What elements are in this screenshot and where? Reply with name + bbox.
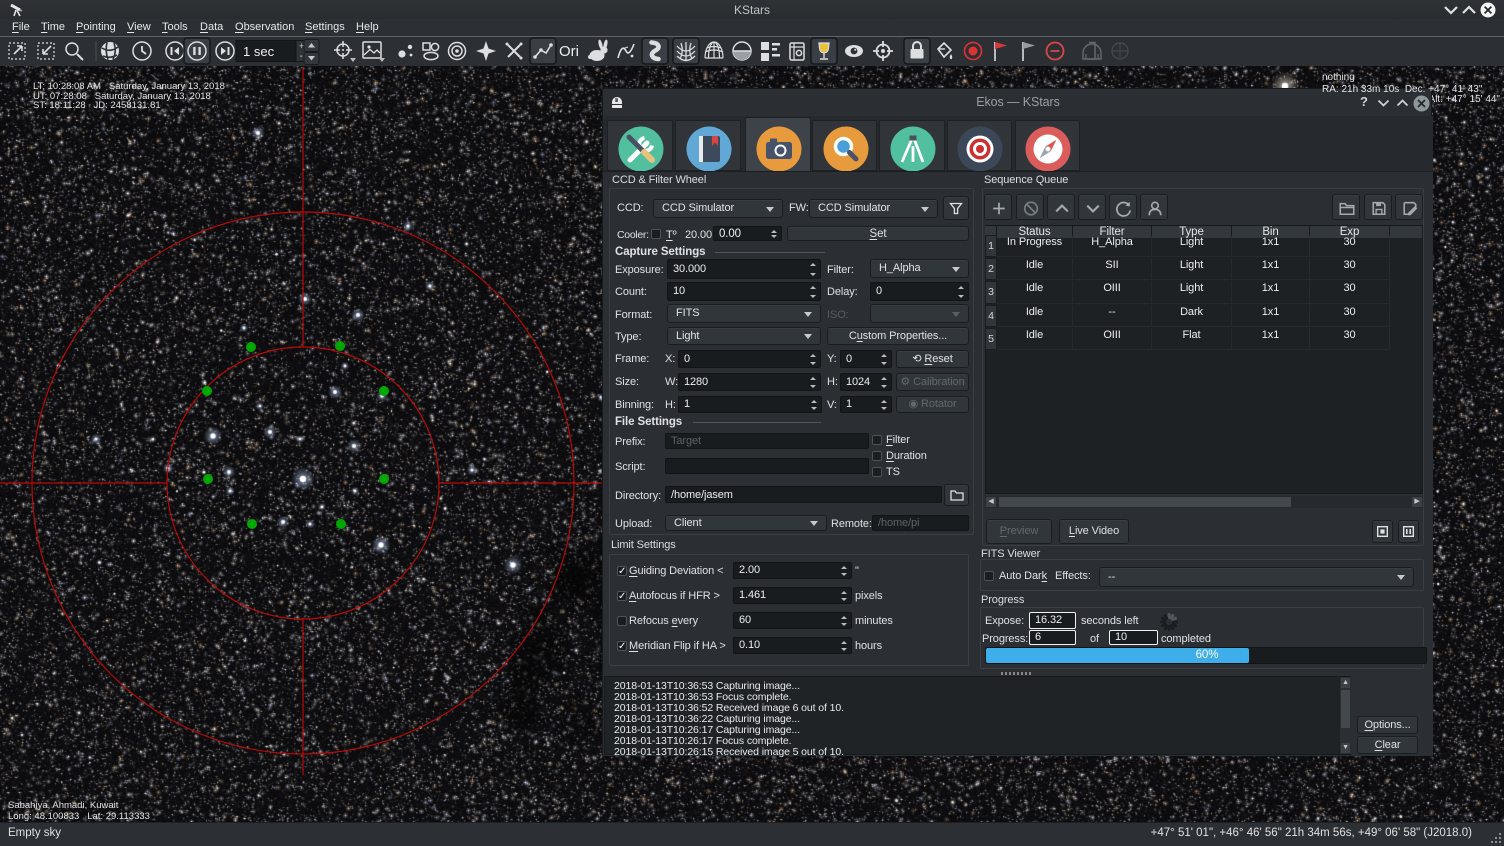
svg-text:+: + [299,41,304,51]
svg-text:Ori: Ori [559,43,579,60]
svg-text:-: - [300,51,303,62]
svg-text:1 sec: 1 sec [243,44,275,59]
